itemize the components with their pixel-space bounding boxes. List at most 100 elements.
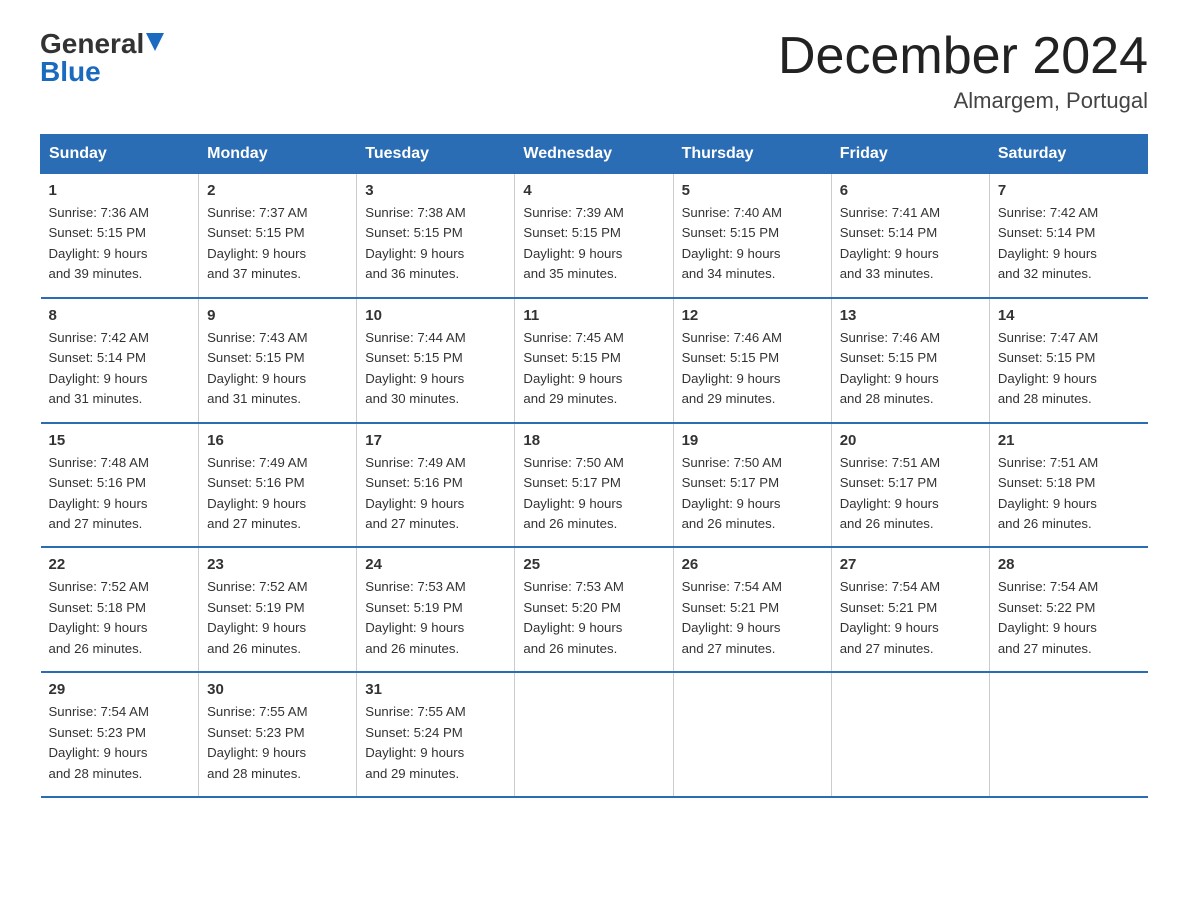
day-number: 11	[523, 307, 664, 324]
day-info: Sunrise: 7:38 AMSunset: 5:15 PMDaylight:…	[365, 203, 506, 285]
day-number: 20	[840, 432, 981, 449]
table-row: 27 Sunrise: 7:54 AMSunset: 5:21 PMDayligh…	[831, 547, 989, 672]
location: Almargem, Portugal	[778, 88, 1148, 114]
calendar-week-row: 22 Sunrise: 7:52 AMSunset: 5:18 PMDayligh…	[41, 547, 1148, 672]
day-number: 17	[365, 432, 506, 449]
table-row: 4 Sunrise: 7:39 AMSunset: 5:15 PMDaylight…	[515, 174, 673, 298]
day-info: Sunrise: 7:49 AMSunset: 5:16 PMDaylight:…	[207, 453, 348, 535]
day-info: Sunrise: 7:49 AMSunset: 5:16 PMDaylight:…	[365, 453, 506, 535]
table-row: 6 Sunrise: 7:41 AMSunset: 5:14 PMDaylight…	[831, 174, 989, 298]
day-info: Sunrise: 7:47 AMSunset: 5:15 PMDaylight:…	[998, 328, 1140, 410]
table-row: 1 Sunrise: 7:36 AMSunset: 5:15 PMDaylight…	[41, 174, 199, 298]
day-info: Sunrise: 7:44 AMSunset: 5:15 PMDaylight:…	[365, 328, 506, 410]
day-info: Sunrise: 7:42 AMSunset: 5:14 PMDaylight:…	[49, 328, 191, 410]
day-info: Sunrise: 7:43 AMSunset: 5:15 PMDaylight:…	[207, 328, 348, 410]
calendar-week-row: 15Sunrise: 7:48 AMSunset: 5:16 PMDayligh…	[41, 423, 1148, 548]
day-number: 8	[49, 307, 191, 324]
header-wednesday: Wednesday	[515, 135, 673, 174]
day-info: Sunrise: 7:55 AMSunset: 5:23 PMDaylight:…	[207, 702, 348, 784]
day-info: Sunrise: 7:53 AMSunset: 5:20 PMDaylight:…	[523, 577, 664, 659]
header-friday: Friday	[831, 135, 989, 174]
table-row: 21 Sunrise: 7:51 AMSunset: 5:18 PMDayligh…	[989, 423, 1147, 548]
day-number: 6	[840, 182, 981, 199]
table-row: 12Sunrise: 7:46 AMSunset: 5:15 PMDayligh…	[673, 298, 831, 423]
table-row: 20 Sunrise: 7:51 AMSunset: 5:17 PMDayligh…	[831, 423, 989, 548]
day-number: 16	[207, 432, 348, 449]
title-section: December 2024 Almargem, Portugal	[778, 30, 1148, 114]
table-row: 11 Sunrise: 7:45 AMSunset: 5:15 PMDayligh…	[515, 298, 673, 423]
table-row: 15Sunrise: 7:48 AMSunset: 5:16 PMDayligh…	[41, 423, 199, 548]
day-number: 30	[207, 681, 348, 698]
day-info: Sunrise: 7:54 AMSunset: 5:23 PMDaylight:…	[49, 702, 191, 784]
table-row: 26Sunrise: 7:54 AMSunset: 5:21 PMDayligh…	[673, 547, 831, 672]
table-row: 25 Sunrise: 7:53 AMSunset: 5:20 PMDayligh…	[515, 547, 673, 672]
day-info: Sunrise: 7:36 AMSunset: 5:15 PMDaylight:…	[49, 203, 191, 285]
day-number: 18	[523, 432, 664, 449]
day-number: 22	[49, 556, 191, 573]
day-info: Sunrise: 7:50 AMSunset: 5:17 PMDaylight:…	[682, 453, 823, 535]
table-row: 22 Sunrise: 7:52 AMSunset: 5:18 PMDayligh…	[41, 547, 199, 672]
calendar-week-row: 1 Sunrise: 7:36 AMSunset: 5:15 PMDaylight…	[41, 174, 1148, 298]
calendar-week-row: 8 Sunrise: 7:42 AMSunset: 5:14 PMDaylight…	[41, 298, 1148, 423]
day-info: Sunrise: 7:53 AMSunset: 5:19 PMDaylight:…	[365, 577, 506, 659]
day-info: Sunrise: 7:39 AMSunset: 5:15 PMDaylight:…	[523, 203, 664, 285]
day-number: 31	[365, 681, 506, 698]
day-number: 5	[682, 182, 823, 199]
table-row: 16 Sunrise: 7:49 AMSunset: 5:16 PMDayligh…	[199, 423, 357, 548]
day-number: 27	[840, 556, 981, 573]
day-info: Sunrise: 7:52 AMSunset: 5:18 PMDaylight:…	[49, 577, 191, 659]
day-number: 24	[365, 556, 506, 573]
day-number: 1	[49, 182, 191, 199]
table-row: 13 Sunrise: 7:46 AMSunset: 5:15 PMDayligh…	[831, 298, 989, 423]
day-info: Sunrise: 7:54 AMSunset: 5:21 PMDaylight:…	[840, 577, 981, 659]
day-number: 28	[998, 556, 1140, 573]
day-info: Sunrise: 7:51 AMSunset: 5:17 PMDaylight:…	[840, 453, 981, 535]
table-row: 23Sunrise: 7:52 AMSunset: 5:19 PMDayligh…	[199, 547, 357, 672]
day-number: 21	[998, 432, 1140, 449]
page-header: General Blue December 2024 Almargem, Por…	[40, 30, 1148, 114]
table-row: 18Sunrise: 7:50 AMSunset: 5:17 PMDayligh…	[515, 423, 673, 548]
day-number: 10	[365, 307, 506, 324]
day-info: Sunrise: 7:51 AMSunset: 5:18 PMDaylight:…	[998, 453, 1140, 535]
day-info: Sunrise: 7:37 AMSunset: 5:15 PMDaylight:…	[207, 203, 348, 285]
day-info: Sunrise: 7:54 AMSunset: 5:21 PMDaylight:…	[682, 577, 823, 659]
day-number: 15	[49, 432, 191, 449]
day-number: 29	[49, 681, 191, 698]
day-info: Sunrise: 7:41 AMSunset: 5:14 PMDaylight:…	[840, 203, 981, 285]
logo-general: General	[40, 30, 144, 58]
day-info: Sunrise: 7:42 AMSunset: 5:14 PMDaylight:…	[998, 203, 1140, 285]
table-row: 2 Sunrise: 7:37 AMSunset: 5:15 PMDaylight…	[199, 174, 357, 298]
day-number: 3	[365, 182, 506, 199]
table-row: 24 Sunrise: 7:53 AMSunset: 5:19 PMDayligh…	[357, 547, 515, 672]
day-number: 14	[998, 307, 1140, 324]
table-row: 28Sunrise: 7:54 AMSunset: 5:22 PMDayligh…	[989, 547, 1147, 672]
day-number: 12	[682, 307, 823, 324]
table-row	[831, 672, 989, 797]
day-number: 7	[998, 182, 1140, 199]
table-row: 17 Sunrise: 7:49 AMSunset: 5:16 PMDayligh…	[357, 423, 515, 548]
day-info: Sunrise: 7:45 AMSunset: 5:15 PMDaylight:…	[523, 328, 664, 410]
day-info: Sunrise: 7:55 AMSunset: 5:24 PMDaylight:…	[365, 702, 506, 784]
table-row: 14 Sunrise: 7:47 AMSunset: 5:15 PMDayligh…	[989, 298, 1147, 423]
header-tuesday: Tuesday	[357, 135, 515, 174]
logo-blue: Blue	[40, 56, 101, 87]
table-row: 30 Sunrise: 7:55 AMSunset: 5:23 PMDayligh…	[199, 672, 357, 797]
table-row: 5Sunrise: 7:40 AMSunset: 5:15 PMDaylight…	[673, 174, 831, 298]
logo-triangle-icon	[146, 33, 164, 51]
logo: General Blue	[40, 30, 164, 86]
table-row	[989, 672, 1147, 797]
day-info: Sunrise: 7:46 AMSunset: 5:15 PMDaylight:…	[840, 328, 981, 410]
day-info: Sunrise: 7:52 AMSunset: 5:19 PMDaylight:…	[207, 577, 348, 659]
header-sunday: Sunday	[41, 135, 199, 174]
day-number: 25	[523, 556, 664, 573]
day-number: 19	[682, 432, 823, 449]
table-row: 31 Sunrise: 7:55 AMSunset: 5:24 PMDayligh…	[357, 672, 515, 797]
day-number: 4	[523, 182, 664, 199]
calendar-week-row: 29 Sunrise: 7:54 AMSunset: 5:23 PMDayligh…	[41, 672, 1148, 797]
table-row: 3 Sunrise: 7:38 AMSunset: 5:15 PMDaylight…	[357, 174, 515, 298]
table-row: 29 Sunrise: 7:54 AMSunset: 5:23 PMDayligh…	[41, 672, 199, 797]
month-title: December 2024	[778, 30, 1148, 82]
day-number: 9	[207, 307, 348, 324]
day-number: 2	[207, 182, 348, 199]
day-number: 13	[840, 307, 981, 324]
